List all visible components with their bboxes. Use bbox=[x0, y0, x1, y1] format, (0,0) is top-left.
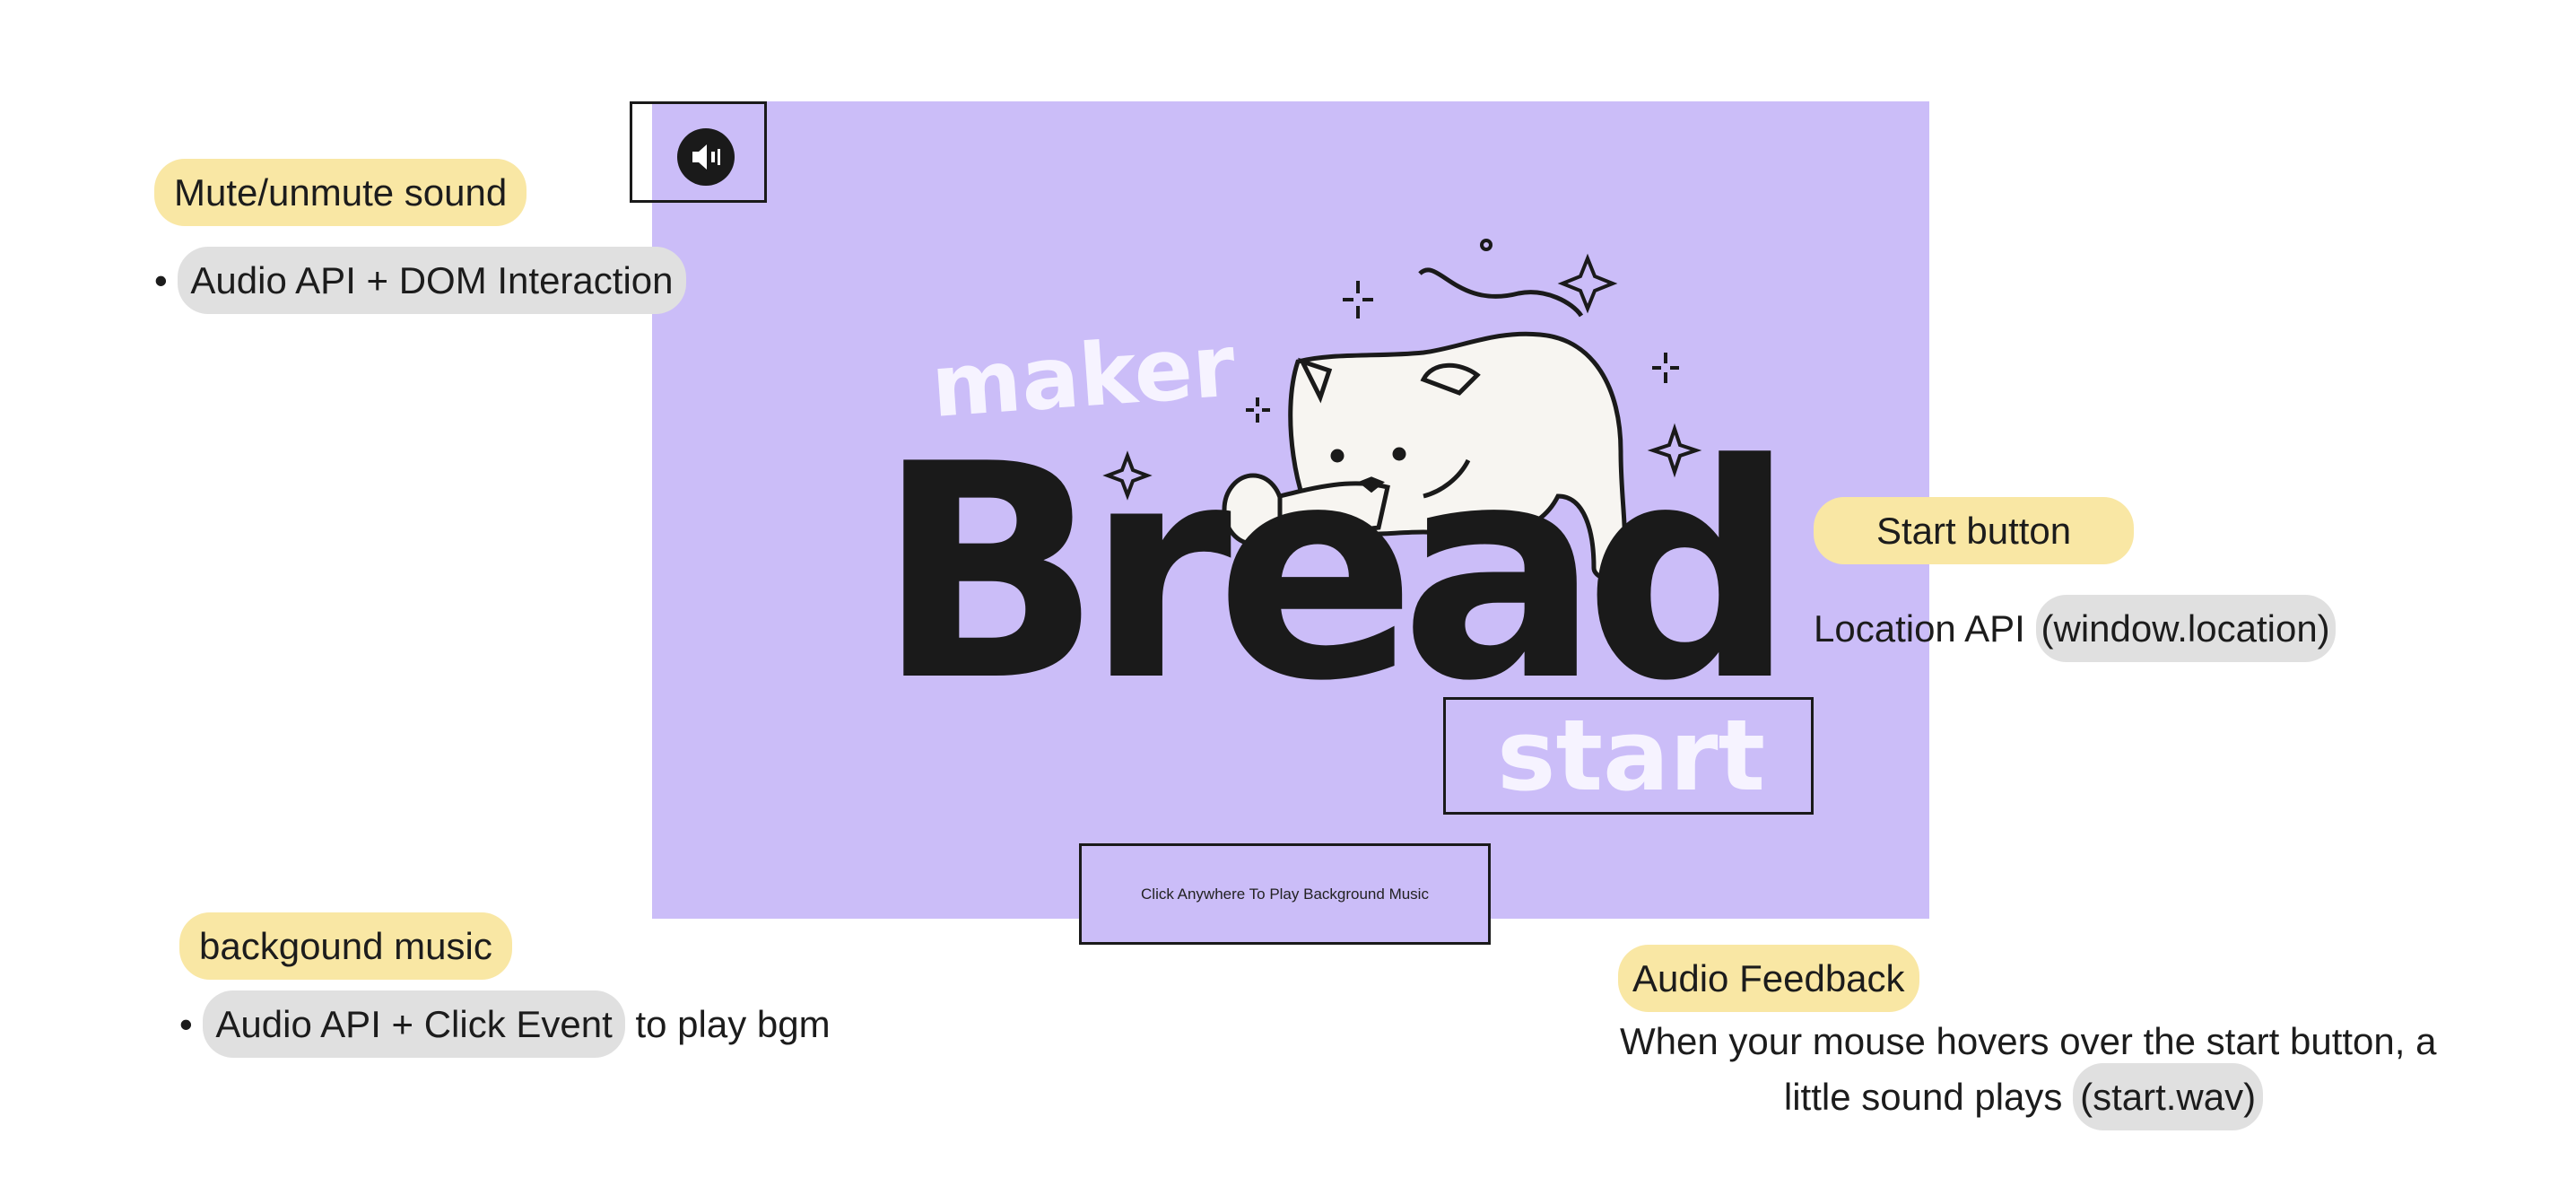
music-hint-text: Click Anywhere To Play Background Music bbox=[1141, 885, 1429, 903]
annotation-feedback-line2: little sound plays (start.wav) bbox=[1620, 1063, 2427, 1130]
sparkle-icon bbox=[1557, 253, 1618, 314]
annotation-mute-detail: • Audio API + DOM Interaction bbox=[154, 247, 686, 314]
start-button[interactable] bbox=[1443, 697, 1814, 815]
play-music-hint[interactable]: Click Anywhere To Play Background Music bbox=[1079, 843, 1491, 945]
annotation-feedback-title: Audio Feedback bbox=[1618, 945, 1919, 1012]
twinkle-icon bbox=[1652, 353, 1679, 383]
speaker-icon bbox=[692, 144, 720, 170]
annotation-bgm-detail: • Audio API + Click Event to play bgm bbox=[179, 990, 831, 1058]
annotation-mute-title: Mute/unmute sound bbox=[154, 159, 527, 226]
annotation-feedback-line1: When your mouse hovers over the start bu… bbox=[1620, 1020, 2437, 1062]
annotation-start-detail: Location API (window.location) bbox=[1814, 595, 2336, 662]
twinkle-icon bbox=[1343, 281, 1373, 318]
logo-bread-text: Bread bbox=[876, 401, 1780, 746]
annotation-bgm-title: backgound music bbox=[179, 912, 512, 980]
mute-button[interactable] bbox=[677, 128, 735, 186]
annotation-start-title: Start button bbox=[1814, 497, 2135, 564]
dot-icon bbox=[1480, 239, 1493, 251]
